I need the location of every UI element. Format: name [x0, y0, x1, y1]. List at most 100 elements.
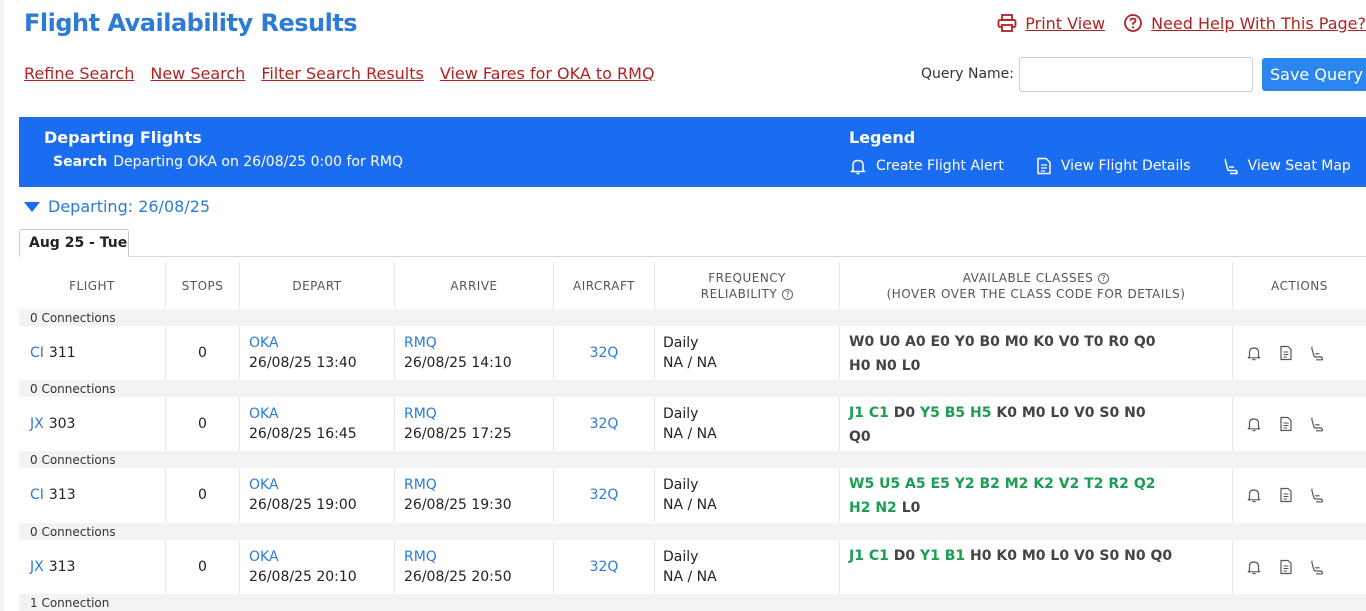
filter-search-results-link[interactable]: Filter Search Results	[261, 64, 424, 83]
new-search-link[interactable]: New Search	[150, 64, 245, 83]
class-code[interactable]: E0	[931, 334, 950, 350]
class-code[interactable]: T2	[1084, 476, 1103, 492]
class-code[interactable]: U0	[879, 334, 900, 350]
class-code[interactable]: Q0	[1150, 548, 1172, 564]
class-code[interactable]: C1	[869, 405, 889, 421]
class-code[interactable]: E5	[931, 476, 950, 492]
legend-view-flight-details[interactable]: View Flight Details	[1036, 157, 1191, 175]
view-flight-details-icon[interactable]	[1279, 559, 1293, 575]
help-link[interactable]: Need Help With This Page?	[1123, 13, 1366, 33]
class-code[interactable]: D0	[894, 405, 915, 421]
view-seat-map-icon[interactable]	[1310, 416, 1324, 432]
class-code[interactable]: D0	[894, 548, 915, 564]
class-code[interactable]: Y5	[920, 405, 940, 421]
arrive-airport-link[interactable]: RMQ	[404, 333, 553, 353]
view-fares-link[interactable]: View Fares for OKA to RMQ	[440, 64, 655, 83]
class-code[interactable]: K0	[996, 405, 1017, 421]
aircraft-link[interactable]: 32Q	[554, 326, 655, 380]
class-code[interactable]: H2	[849, 500, 870, 516]
tab-aug-25-tue[interactable]: Aug 25 - Tue	[19, 229, 129, 257]
depart-airport-link[interactable]: OKA	[249, 404, 394, 424]
carrier-code[interactable]: JX	[30, 559, 44, 575]
class-code[interactable]: B2	[979, 476, 999, 492]
aircraft-link[interactable]: 32Q	[554, 540, 655, 594]
create-flight-alert-icon[interactable]	[1246, 487, 1262, 503]
class-code[interactable]: M0	[1005, 334, 1029, 350]
arrive-airport-link[interactable]: RMQ	[404, 404, 553, 424]
class-code[interactable]: N0	[1124, 548, 1145, 564]
class-code[interactable]: R0	[1108, 334, 1129, 350]
view-seat-map-icon[interactable]	[1310, 487, 1324, 503]
depart-airport-link[interactable]: OKA	[249, 333, 394, 353]
view-seat-map-icon[interactable]	[1310, 345, 1324, 361]
legend-create-flight-alert[interactable]: Create Flight Alert	[849, 157, 1004, 175]
help-icon[interactable]: ?	[782, 288, 794, 300]
search-text: Departing OKA on 26/08/25 0:00 for RMQ	[113, 154, 404, 170]
class-code[interactable]: J1	[849, 405, 864, 421]
class-code[interactable]: B5	[945, 405, 965, 421]
class-code[interactable]: N0	[1124, 405, 1145, 421]
class-code[interactable]: Q0	[849, 429, 871, 445]
create-flight-alert-icon[interactable]	[1246, 559, 1262, 575]
class-code[interactable]: C1	[869, 548, 889, 564]
class-code[interactable]: M0	[1022, 548, 1046, 564]
class-code[interactable]: A0	[905, 334, 926, 350]
class-code[interactable]: M2	[1005, 476, 1029, 492]
class-code[interactable]: L0	[902, 358, 921, 374]
class-code[interactable]: U5	[879, 476, 900, 492]
query-name-input[interactable]	[1019, 57, 1253, 92]
departing-date-toggle[interactable]: Departing: 26/08/25	[24, 197, 210, 216]
view-seat-map-icon[interactable]	[1310, 559, 1324, 575]
class-code[interactable]: V0	[1074, 548, 1095, 564]
class-code[interactable]: R2	[1108, 476, 1129, 492]
class-code[interactable]: T0	[1084, 334, 1103, 350]
carrier-code[interactable]: JX	[30, 416, 44, 432]
class-code[interactable]: S0	[1099, 548, 1119, 564]
view-flight-details-icon[interactable]	[1279, 416, 1293, 432]
depart-airport-link[interactable]: OKA	[249, 475, 394, 495]
class-code[interactable]: H0	[849, 358, 870, 374]
view-flight-details-icon[interactable]	[1279, 345, 1293, 361]
class-code[interactable]: K0	[996, 548, 1017, 564]
class-code[interactable]: V0	[1074, 405, 1095, 421]
class-code[interactable]: B0	[979, 334, 999, 350]
class-code[interactable]: Q0	[1134, 334, 1156, 350]
carrier-code[interactable]: CI	[30, 345, 44, 361]
class-code[interactable]: L0	[902, 500, 921, 516]
create-flight-alert-icon[interactable]	[1246, 345, 1262, 361]
carrier-code[interactable]: CI	[30, 487, 44, 503]
class-code[interactable]: V0	[1059, 334, 1080, 350]
legend-view-seat-map[interactable]: View Seat Map	[1223, 157, 1351, 175]
class-code[interactable]: Y1	[920, 548, 940, 564]
arrive-airport-link[interactable]: RMQ	[404, 547, 553, 567]
class-code[interactable]: Y2	[955, 476, 975, 492]
arrive-airport-link[interactable]: RMQ	[404, 475, 553, 495]
class-code[interactable]: L0	[1050, 548, 1069, 564]
class-code[interactable]: M0	[1022, 405, 1046, 421]
class-code[interactable]: Q2	[1134, 476, 1156, 492]
save-query-button[interactable]: Save Query	[1262, 58, 1366, 91]
print-view-link[interactable]: Print View	[997, 14, 1105, 33]
depart-airport-link[interactable]: OKA	[249, 547, 394, 567]
class-code[interactable]: K2	[1033, 476, 1054, 492]
view-flight-details-icon[interactable]	[1279, 487, 1293, 503]
class-code[interactable]: N2	[875, 500, 896, 516]
class-code[interactable]: L0	[1050, 405, 1069, 421]
class-code[interactable]: Y0	[955, 334, 975, 350]
refine-search-link[interactable]: Refine Search	[24, 64, 134, 83]
class-code[interactable]: K0	[1033, 334, 1054, 350]
create-flight-alert-icon[interactable]	[1246, 416, 1262, 432]
class-code[interactable]: B1	[945, 548, 965, 564]
class-code[interactable]: W0	[849, 334, 874, 350]
class-code[interactable]: W5	[849, 476, 874, 492]
class-code[interactable]: S0	[1099, 405, 1119, 421]
class-code[interactable]: V2	[1059, 476, 1080, 492]
class-code[interactable]: J1	[849, 548, 864, 564]
class-code[interactable]: A5	[905, 476, 926, 492]
class-code[interactable]: H0	[970, 548, 991, 564]
class-code[interactable]: H5	[970, 405, 991, 421]
help-icon[interactable]: ?	[1098, 272, 1110, 284]
class-code[interactable]: N0	[875, 358, 896, 374]
aircraft-link[interactable]: 32Q	[554, 468, 655, 522]
aircraft-link[interactable]: 32Q	[554, 397, 655, 451]
